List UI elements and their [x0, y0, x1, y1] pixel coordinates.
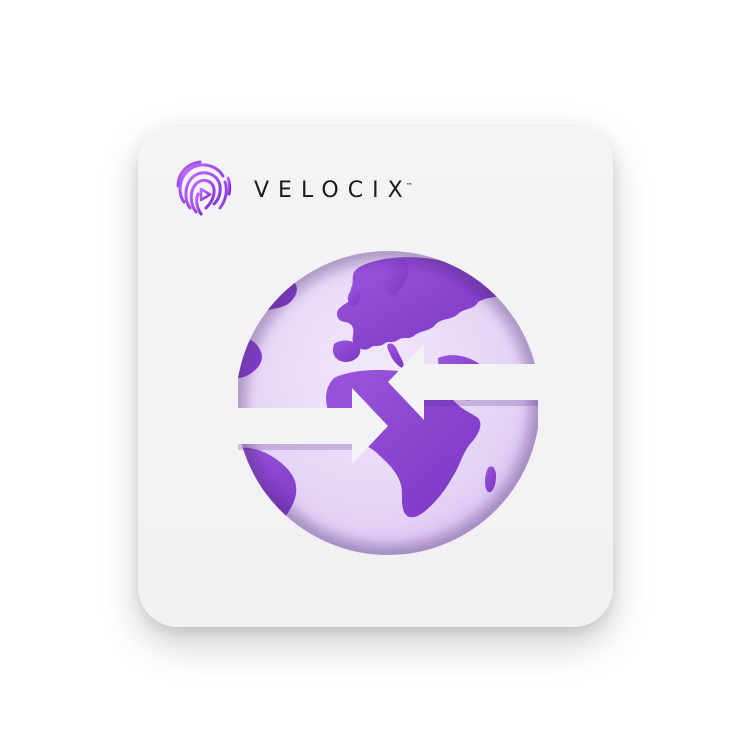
- brand-lockup: VELOCIX™: [170, 156, 413, 220]
- globe-exchange-arrows-icon: [238, 251, 538, 555]
- app-icon-stage: VELOCIX™: [0, 0, 750, 750]
- app-icon-tile[interactable]: VELOCIX™: [138, 122, 613, 627]
- brand-wordmark: VELOCIX™: [254, 177, 413, 203]
- fingerprint-play-icon: [176, 160, 232, 216]
- trademark-symbol: ™: [405, 181, 413, 190]
- globe-illustration: [238, 248, 538, 558]
